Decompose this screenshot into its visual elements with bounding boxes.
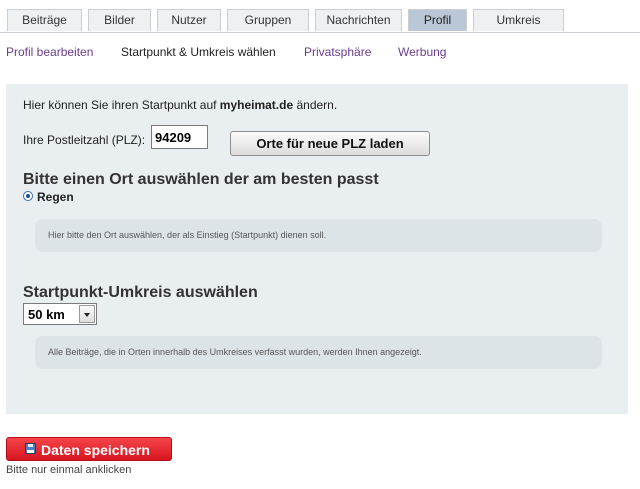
intro-before: Hier können Sie ihren Startpunkt auf [23,98,220,112]
load-places-button[interactable]: Orte für neue PLZ laden [230,131,430,156]
settings-panel: Hier können Sie ihren Startpunkt auf myh… [6,84,628,414]
radius-section-title: Startpunkt-Umkreis auswählen [23,284,258,301]
place-section-title: Bitte einen Ort auswählen der am besten … [23,171,379,188]
save-button-label: Daten speichern [41,442,150,458]
subnav-werbung[interactable]: Werbung [398,45,446,59]
plz-label: Ihre Postleitzahl (PLZ): [23,133,146,147]
plz-input[interactable] [151,125,208,149]
tab-nutzer[interactable]: Nutzer [157,9,221,31]
tab-beitraege[interactable]: Beiträge [7,9,82,31]
floppy-disk-icon [25,443,36,454]
tab-profil[interactable]: Profil [408,9,467,31]
intro-after: ändern. [293,98,338,112]
tab-umkreis[interactable]: Umkreis [473,9,564,31]
radius-hint: Alle Beiträge, die in Orten innerhalb de… [35,336,602,369]
tab-bilder[interactable]: Bilder [88,9,151,31]
tab-gruppen[interactable]: Gruppen [227,9,309,31]
subnav-startpunkt-umkreis[interactable]: Startpunkt & Umkreis wählen [121,45,276,59]
site-name: myheimat.de [219,98,294,112]
place-option-label: Regen [37,190,74,204]
chevron-down-icon[interactable] [79,305,95,323]
save-button[interactable]: Daten speichern [6,437,172,461]
intro-text: Hier können Sie ihren Startpunkt auf myh… [23,98,337,112]
save-note: Bitte nur einmal anklicken [6,464,132,476]
main-tab-bar: Beiträge Bilder Nutzer Gruppen Nachricht… [0,0,640,33]
radio-selected-icon[interactable] [23,191,33,201]
radius-select-value: 50 km [28,307,65,322]
subnav-profil-bearbeiten[interactable]: Profil bearbeiten [6,45,93,59]
tab-nachrichten[interactable]: Nachrichten [315,9,402,31]
place-hint: Hier bitte den Ort auswählen, der als Ei… [35,219,602,252]
radius-select[interactable]: 50 km [23,303,97,325]
subnav-privatsphaere[interactable]: Privatsphäre [304,45,371,59]
